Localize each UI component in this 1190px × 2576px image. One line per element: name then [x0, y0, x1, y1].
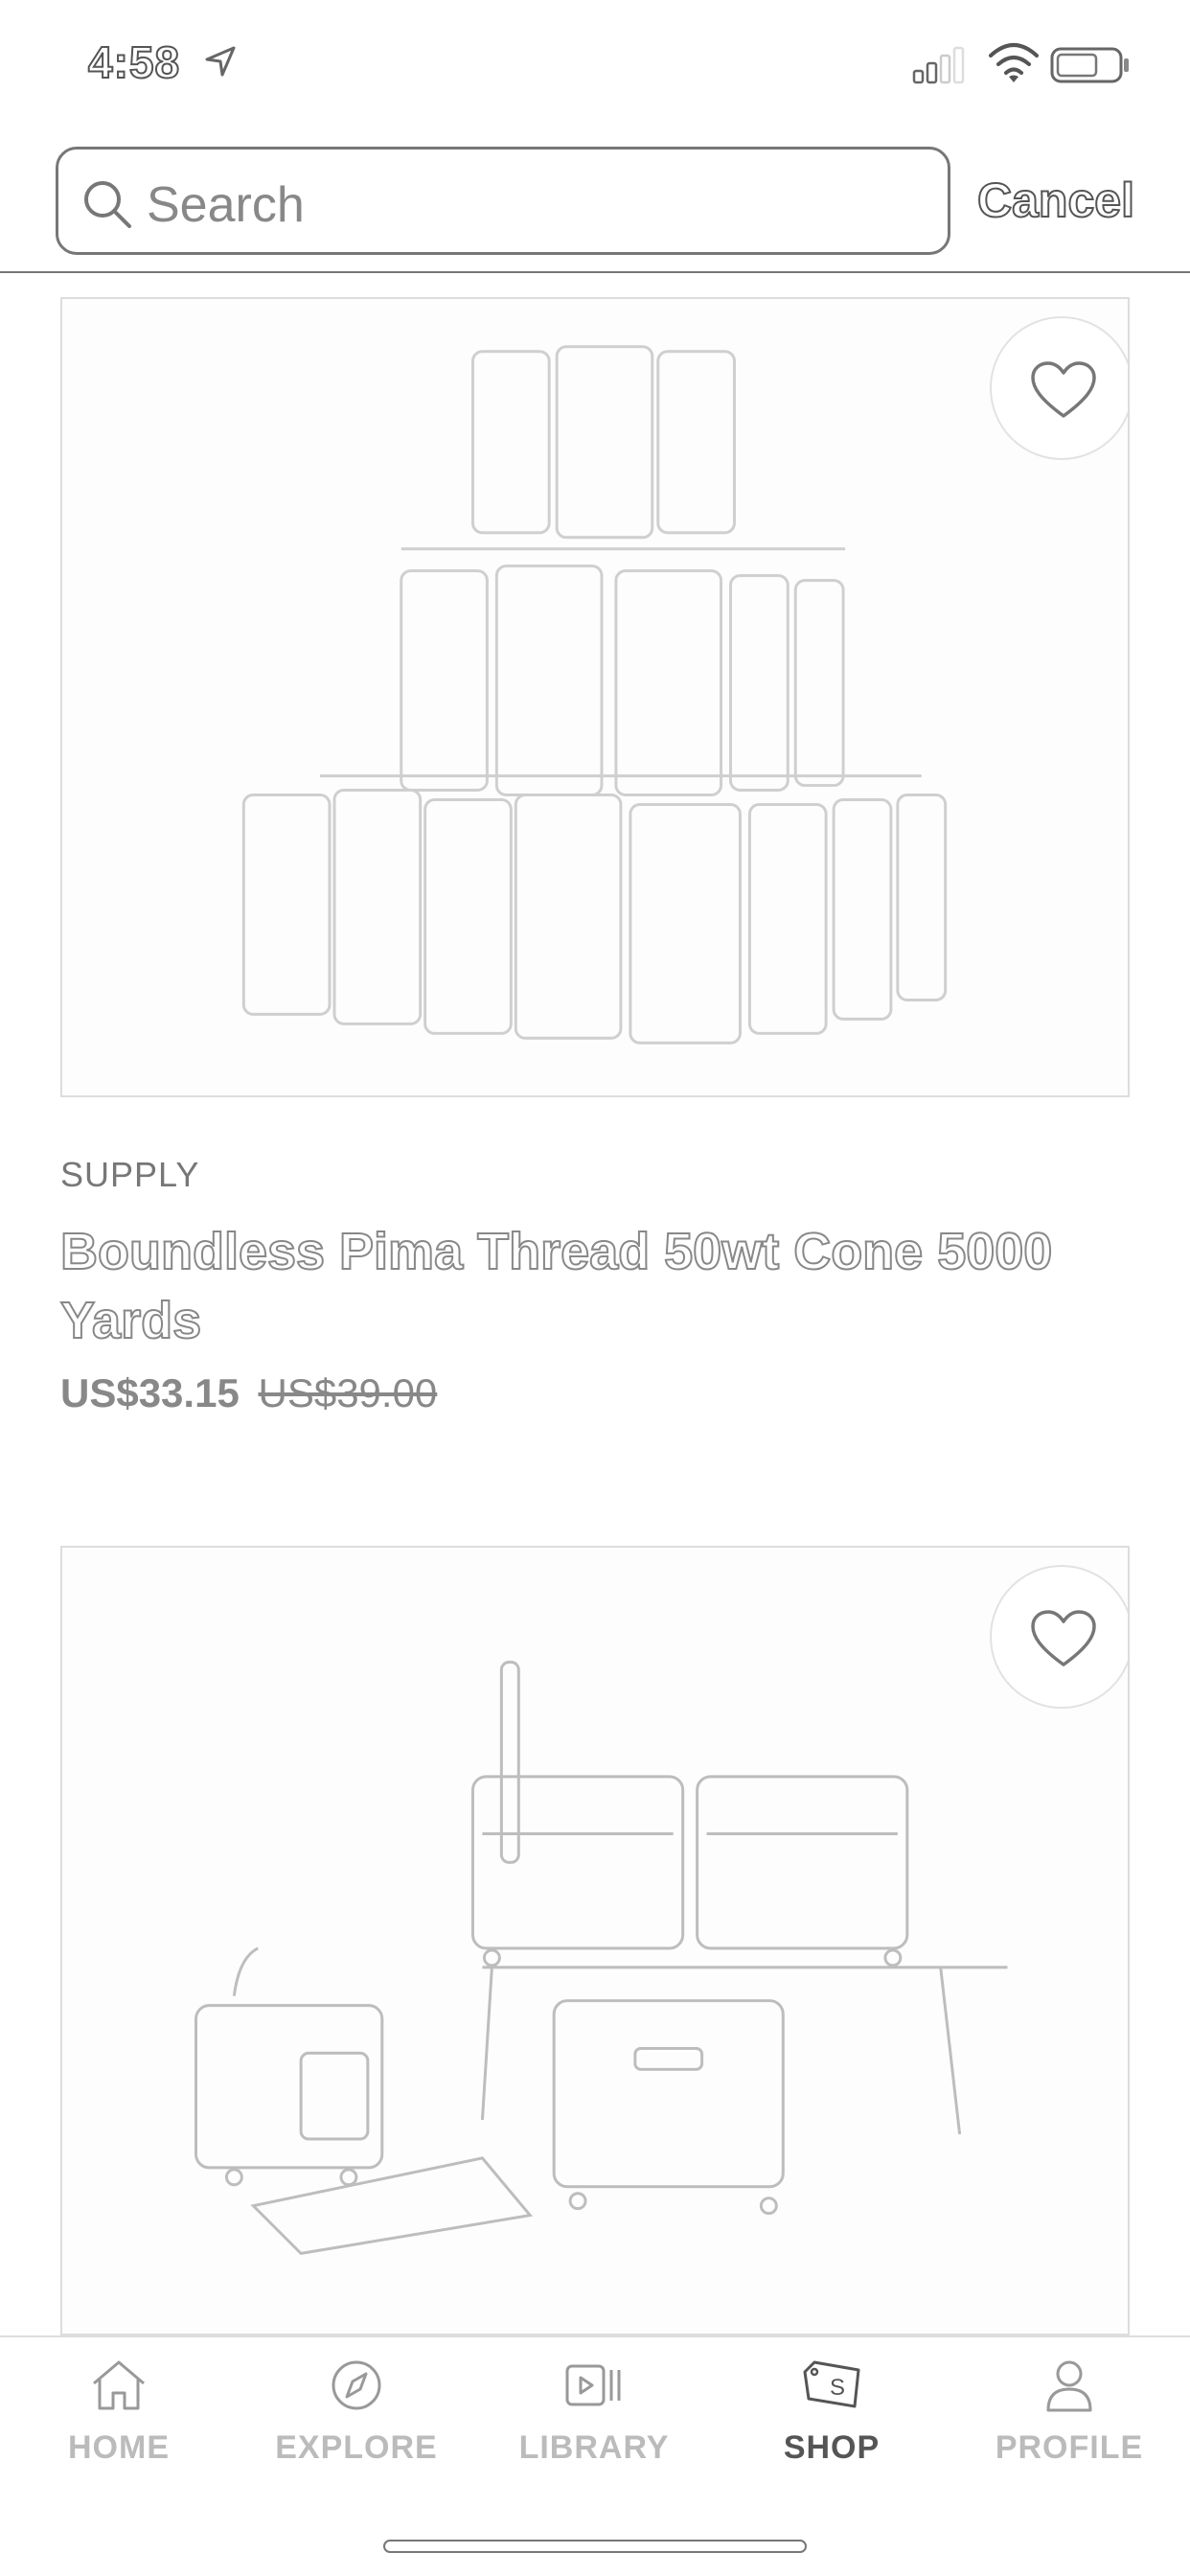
heart-icon	[1031, 361, 1096, 418]
video-library-icon	[565, 2364, 621, 2406]
svg-text:S: S	[830, 2375, 845, 2401]
search-input[interactable]: Search	[56, 147, 950, 255]
heart-icon	[1031, 1610, 1096, 1667]
search-header: Search Cancel	[0, 134, 1190, 273]
favorite-button[interactable]	[990, 1565, 1128, 1709]
location-arrow-icon	[205, 46, 236, 77]
luggage-cases-image	[195, 1660, 1008, 2256]
product-category: SUPPLY	[60, 1155, 200, 1194]
status-time: 4:58	[87, 36, 181, 88]
thread-cones-image	[241, 345, 948, 1045]
tab-label: SHOP	[783, 2429, 881, 2466]
tab-profile[interactable]: PROFILE	[950, 2357, 1188, 2510]
price-row: US$33.15 US$39.00	[60, 1370, 437, 1416]
product-image-thread[interactable]	[60, 297, 1130, 1097]
tab-shop[interactable]: S SHOP	[713, 2357, 950, 2510]
compass-icon	[332, 2360, 381, 2410]
home-indicator[interactable]	[383, 2540, 807, 2553]
search-placeholder: Search	[147, 177, 305, 233]
product-image-luggage[interactable]	[60, 1546, 1130, 2335]
tab-label: EXPLORE	[275, 2429, 438, 2466]
battery-icon	[1050, 47, 1129, 83]
tab-label: LIBRARY	[518, 2429, 670, 2466]
cancel-button[interactable]: Cancel	[976, 172, 1135, 228]
product-title[interactable]: Boundless Pima Thread 50wt Cone 5000 Yar…	[59, 1217, 1076, 1355]
sale-price: US$33.15	[60, 1370, 240, 1415]
tag-icon: S	[803, 2360, 860, 2408]
tab-home[interactable]: HOME	[0, 2357, 238, 2510]
search-icon	[84, 181, 131, 228]
tab-label: HOME	[68, 2429, 170, 2466]
favorite-button[interactable]	[990, 316, 1128, 460]
wifi-icon	[989, 43, 1039, 82]
status-bar: 4:58	[0, 0, 1190, 134]
tab-explore[interactable]: EXPLORE	[238, 2357, 475, 2510]
home-icon	[93, 2360, 145, 2410]
cellular-signal-icon	[912, 46, 965, 84]
tab-library[interactable]: LIBRARY	[475, 2357, 713, 2510]
original-price: US$39.00	[258, 1370, 438, 1415]
tab-label: PROFILE	[995, 2429, 1144, 2466]
person-icon	[1046, 2360, 1092, 2412]
